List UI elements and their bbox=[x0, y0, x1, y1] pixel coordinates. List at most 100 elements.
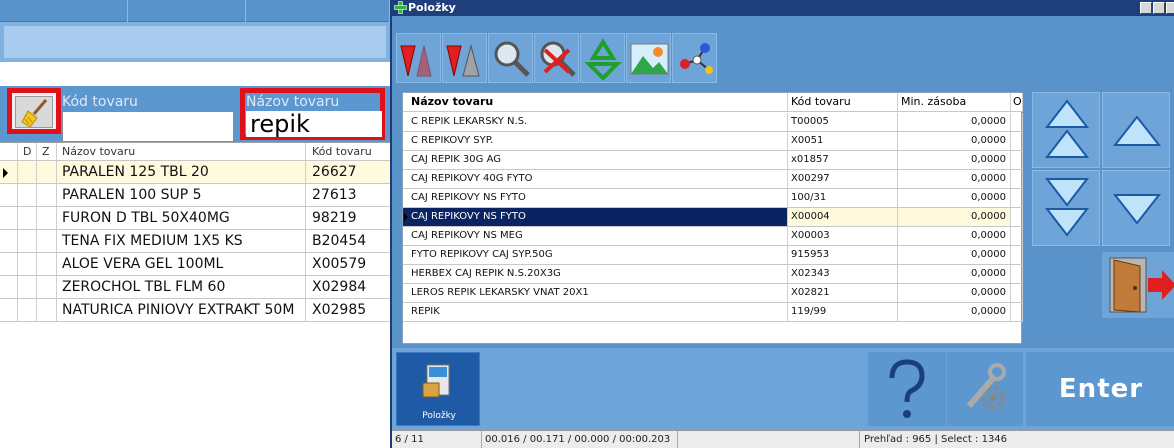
cell-code: x01857 bbox=[788, 151, 898, 169]
column-header-code[interactable]: Kód tovaru bbox=[788, 93, 898, 111]
row-down-button[interactable] bbox=[1102, 170, 1170, 246]
up-arrow-icon bbox=[1112, 115, 1162, 146]
cell-d bbox=[18, 230, 37, 252]
left-product-window: Kód tovaru Názov tovaru repik D Z Názov … bbox=[0, 0, 390, 448]
list-item[interactable]: PARALEN 100 SUP 5 27613 bbox=[0, 184, 390, 207]
table-row[interactable]: REPIK 119/99 0,0000 bbox=[403, 303, 1023, 322]
title-bar[interactable]: Položky bbox=[392, 0, 1174, 16]
cell-d bbox=[18, 299, 37, 321]
cell-d bbox=[18, 207, 37, 229]
list-item[interactable]: PARALEN 125 TBL 20 26627 bbox=[0, 161, 390, 184]
cell-name: ALOE VERA GEL 100ML bbox=[57, 253, 306, 275]
polozky-button[interactable]: Položky bbox=[396, 352, 480, 426]
column-header-name[interactable]: Názov tovaru bbox=[57, 143, 306, 160]
table-row[interactable]: C REPIK LEKARSKY N.S. T00005 0,0000 bbox=[403, 113, 1023, 132]
table-row[interactable]: CAJ REPIKOVY NS MEG X00003 0,0000 bbox=[403, 227, 1023, 246]
table-row[interactable]: CAJ REPIK 30G AG x01857 0,0000 bbox=[403, 151, 1023, 170]
maximize-icon[interactable] bbox=[1153, 2, 1165, 14]
cell-min-stock: 0,0000 bbox=[898, 151, 1011, 169]
cell-name: PARALEN 100 SUP 5 bbox=[57, 184, 306, 206]
clear-search-button[interactable] bbox=[534, 33, 579, 83]
help-button[interactable] bbox=[868, 352, 946, 426]
current-row-arrow-icon bbox=[3, 168, 8, 178]
table-row[interactable]: C REPIKOVY SYP. X0051 0,0000 bbox=[403, 132, 1023, 151]
cell-z bbox=[37, 276, 57, 298]
cell-o bbox=[1011, 189, 1023, 207]
cancel-search-icon bbox=[540, 41, 576, 77]
row-indicator bbox=[0, 184, 18, 206]
status-position: 6 / 11 bbox=[392, 431, 482, 448]
settings-button[interactable] bbox=[947, 352, 1023, 426]
page-down-button[interactable] bbox=[1032, 170, 1100, 246]
close-icon[interactable] bbox=[1166, 2, 1174, 14]
status-info: Prehľad : 965 | Select : 1346 bbox=[864, 434, 1008, 445]
column-header-o[interactable]: O bbox=[1011, 93, 1023, 111]
table-row[interactable]: CAJ REPIKOVY NS FYTO 100/31 0,0000 bbox=[403, 189, 1023, 208]
cell-name: C REPIKOVY SYP. bbox=[403, 132, 788, 150]
polozky-window: Položky Názov tovaru Kód tovaru Min. zás… bbox=[390, 0, 1174, 448]
list-item[interactable]: NATURICA PINIOVY EXTRAKT 50M X02985 bbox=[0, 299, 390, 322]
code-filter-label: Kód tovaru bbox=[62, 94, 138, 110]
refresh-button[interactable] bbox=[580, 33, 625, 83]
cell-code: 26627 bbox=[312, 164, 357, 180]
list-item[interactable]: ZEROCHOL TBL FLM 60 X02984 bbox=[0, 276, 390, 299]
enter-button[interactable]: Enter bbox=[1026, 352, 1174, 426]
cell-o bbox=[1011, 284, 1023, 302]
row-indicator bbox=[0, 253, 18, 275]
list-item[interactable]: TENA FIX MEDIUM 1X5 KS B20454 bbox=[0, 230, 390, 253]
page-up-button[interactable] bbox=[1032, 92, 1100, 168]
column-header-code[interactable]: Kód tovaru bbox=[306, 143, 390, 160]
table-row[interactable]: CAJ REPIKOVY NS FYTO X00004 0,0000 bbox=[403, 208, 1023, 227]
cell-z bbox=[37, 230, 57, 252]
left-product-grid: D Z Názov tovaru Kód tovaru PARALEN 125 … bbox=[0, 142, 390, 322]
cell-name: HERBEX CAJ REPIK N.S.20X3G bbox=[403, 265, 788, 283]
cell-min-stock: 0,0000 bbox=[898, 208, 1011, 226]
search-button[interactable] bbox=[488, 33, 533, 83]
cell-min-stock: 0,0000 bbox=[898, 265, 1011, 283]
row-indicator bbox=[0, 230, 18, 252]
table-row[interactable]: FYTO REPIKOVY CAJ SYP.50G 915953 0,0000 bbox=[403, 246, 1023, 265]
sort-descending-button[interactable] bbox=[442, 33, 487, 83]
clear-filter-button[interactable] bbox=[7, 88, 61, 134]
sort-ascending-button[interactable] bbox=[396, 33, 441, 83]
cell-o bbox=[1011, 246, 1023, 264]
row-up-button[interactable] bbox=[1102, 92, 1170, 168]
sort-ascending-icon bbox=[400, 45, 432, 77]
code-filter-input[interactable] bbox=[62, 111, 234, 142]
sort-descending-icon bbox=[446, 44, 480, 77]
magnifier-icon bbox=[494, 41, 530, 77]
minimize-icon[interactable] bbox=[1140, 2, 1152, 14]
column-header-min-stock[interactable]: Min. zásoba bbox=[898, 93, 1011, 111]
column-header-d[interactable]: D bbox=[18, 143, 37, 160]
list-item[interactable]: ALOE VERA GEL 100ML X00579 bbox=[0, 253, 390, 276]
cell-o bbox=[1011, 303, 1023, 321]
strip-segment bbox=[246, 0, 390, 22]
cell-min-stock: 0,0000 bbox=[898, 113, 1011, 131]
indicator-column-header bbox=[0, 143, 18, 160]
table-row[interactable]: HERBEX CAJ REPIK N.S.20X3G X02343 0,0000 bbox=[403, 265, 1023, 284]
name-filter-input[interactable]: repik bbox=[246, 111, 382, 137]
cell-min-stock: 0,0000 bbox=[898, 227, 1011, 245]
cell-z bbox=[37, 161, 57, 183]
cell-name: CAJ REPIKOVY NS FYTO bbox=[403, 189, 788, 207]
cell-name: CAJ REPIKOVY NS FYTO bbox=[403, 208, 788, 226]
info-panel bbox=[4, 26, 386, 58]
row-indicator bbox=[0, 276, 18, 298]
column-header-z[interactable]: Z bbox=[37, 143, 57, 160]
double-down-arrow-icon bbox=[1044, 178, 1090, 237]
cell-name: CAJ REPIK 30G AG bbox=[403, 151, 788, 169]
cell-name: ZEROCHOL TBL FLM 60 bbox=[57, 276, 306, 298]
image-button[interactable] bbox=[626, 33, 671, 83]
cell-min-stock: 0,0000 bbox=[898, 170, 1011, 188]
table-row[interactable]: LEROS REPIK LEKARSKY VNAT 20X1 X02821 0,00… bbox=[403, 284, 1023, 303]
structure-button[interactable] bbox=[672, 33, 717, 83]
cell-d bbox=[18, 184, 37, 206]
status-bar: 6 / 11 00.016 / 00.171 / 00.000 / 00:00.… bbox=[392, 430, 1174, 448]
exit-button[interactable] bbox=[1102, 252, 1174, 318]
list-item[interactable]: FURON D TBL 50X40MG 98219 bbox=[0, 207, 390, 230]
polozky-button-label: Položky bbox=[422, 411, 456, 421]
cell-code: 100/31 bbox=[788, 189, 898, 207]
cell-code: 119/99 bbox=[788, 303, 898, 321]
table-row[interactable]: CAJ REPIKOVY 40G FYTO X00297 0,0000 bbox=[403, 170, 1023, 189]
column-header-name[interactable]: Názov tovaru bbox=[403, 93, 788, 111]
